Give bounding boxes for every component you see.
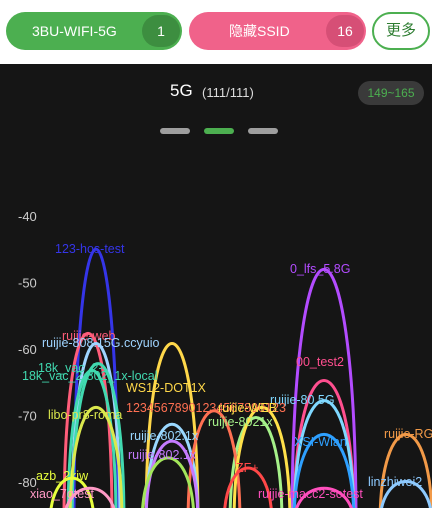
signal-curve: [290, 267, 358, 508]
ssid-label: 00_test2: [296, 355, 344, 369]
ssid-label: ruijie-macc2-sotest: [258, 487, 363, 501]
ssid-label: ruijie-WEB: [218, 401, 277, 415]
y-tick-label: -50: [18, 276, 37, 291]
ssid-label: ruijie-RG: [384, 427, 432, 441]
signal-chart: -40-50-60-70-80123-hos-test0_lfs_5.8Grui…: [18, 209, 432, 508]
ssid-label: 123-hos-test: [55, 242, 125, 256]
ssid-label: libo-pr8-roma: [48, 408, 122, 422]
y-tick-label: -40: [18, 209, 37, 224]
wifi-name-label: 3BU-WIFI-5G: [32, 23, 117, 39]
ssid-label: ruijie-808.15G.ccyuio: [42, 336, 159, 350]
more-button[interactable]: 更多: [372, 12, 430, 50]
ssid-label: 0_lfs_5.8G: [290, 262, 350, 276]
wifi-name-button[interactable]: 3BU-WIFI-5G 1: [6, 12, 182, 50]
channel-chart-panel: 5G (111/111) 149~165 -40 -50 -60 -70 -80 123-…: [0, 64, 432, 508]
top-toolbar: 3BU-WIFI-5G 1 隐藏SSID 16 更多: [0, 0, 432, 64]
ssid-label: ruijie-802.1x: [128, 448, 197, 462]
y-tick-label: -70: [18, 409, 37, 424]
ssid-label: xiao_7gtest: [30, 487, 94, 501]
hidden-ssid-label: 隐藏SSID: [229, 23, 290, 39]
ssid-label: azb_2kiw: [36, 469, 89, 483]
y-tick-label: -60: [18, 342, 37, 357]
signal-curve: [378, 432, 432, 508]
wifi-count-badge: 1: [142, 15, 180, 47]
ssid-label: ZF+: [236, 461, 259, 475]
ssid-label: ruijie-802.1x: [130, 429, 199, 443]
hidden-ssid-button[interactable]: 隐藏SSID 16: [189, 12, 366, 50]
ssid-label: linzhiwei2: [368, 475, 422, 489]
ssid-label: XSI-Wlan: [294, 435, 347, 449]
hidden-ssid-count-badge: 16: [326, 15, 364, 47]
ssid-label: ruijie-8021x: [208, 415, 273, 429]
ssid-label: WS12-DOT1X: [126, 381, 207, 395]
